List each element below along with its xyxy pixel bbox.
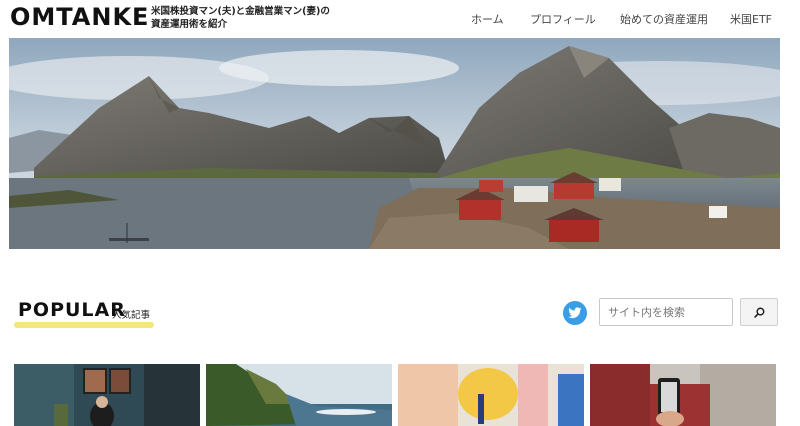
search-icon xyxy=(754,307,765,318)
popular-heading-underline xyxy=(14,322,154,328)
nav-item-profile[interactable]: プロフィール xyxy=(530,11,596,27)
popular-card-4[interactable] xyxy=(590,364,776,426)
site-tagline: 米国株投資マン(夫)と金融営業マン(妻)の資産運用術を紹介 xyxy=(151,6,330,30)
site-header: OMTANKE 米国株投資マン(夫)と金融営業マン(妻)の資産運用術を紹介 ホー… xyxy=(0,0,800,36)
card-thumbnail-phone xyxy=(590,364,776,426)
card-thumbnail-coast xyxy=(206,364,392,426)
nav-item-getting-started[interactable]: 始めての資産運用 xyxy=(620,11,708,27)
popular-card-1[interactable] xyxy=(14,364,200,426)
popular-card-3[interactable] xyxy=(398,364,584,426)
nav-item-us-etf[interactable]: 米国ETF xyxy=(730,11,772,27)
hero-image xyxy=(9,38,780,249)
twitter-bird-icon xyxy=(568,307,582,319)
popular-subheading: 人気記事 xyxy=(112,310,151,321)
search-input[interactable] xyxy=(599,298,733,326)
twitter-icon[interactable] xyxy=(563,301,587,325)
search-button[interactable] xyxy=(740,298,778,326)
site-logo[interactable]: OMTANKE xyxy=(10,3,149,31)
popular-card-2[interactable] xyxy=(206,364,392,426)
card-thumbnail-desk xyxy=(398,364,584,426)
popular-heading: POPULAR xyxy=(18,299,126,321)
mountain-fjord-illustration xyxy=(9,38,780,249)
card-thumbnail-office xyxy=(14,364,200,426)
nav-item-home[interactable]: ホーム xyxy=(471,11,504,27)
